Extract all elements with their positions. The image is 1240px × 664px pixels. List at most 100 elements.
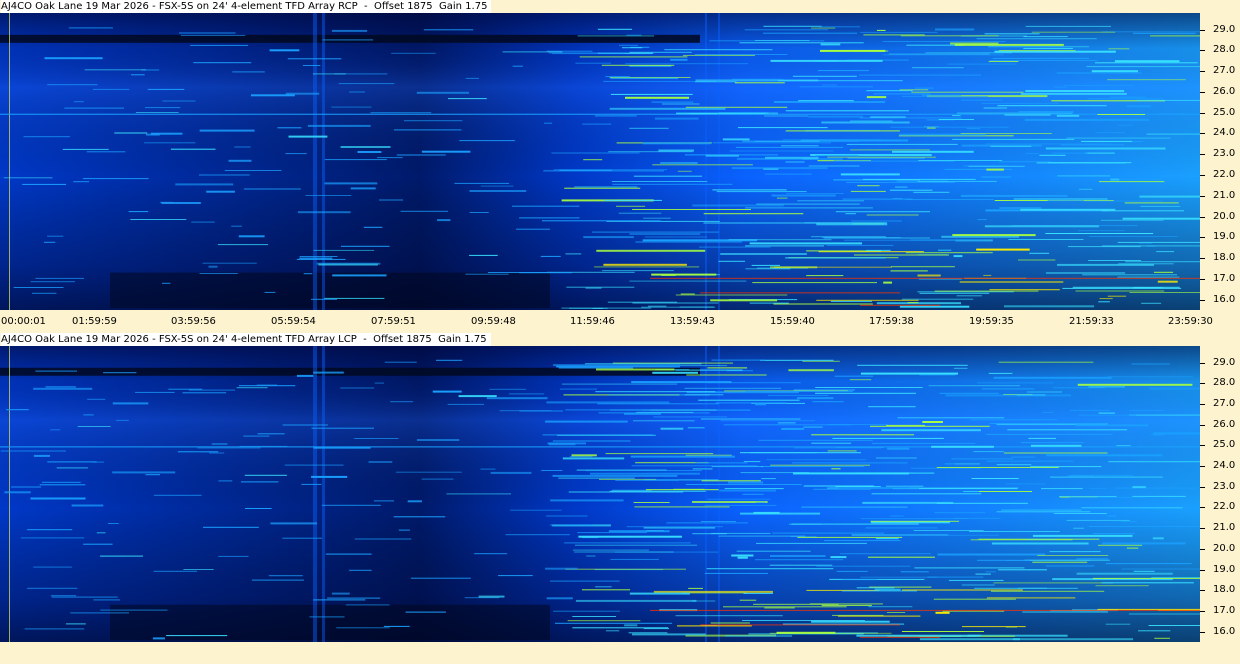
signal-streak xyxy=(897,417,1005,419)
signal-streak xyxy=(350,187,376,190)
signal-streak xyxy=(209,452,225,454)
signal-streak xyxy=(866,249,891,251)
signal-streak xyxy=(1098,412,1115,414)
y-tick xyxy=(1200,195,1205,197)
signal-streak xyxy=(390,401,413,403)
signal-streak xyxy=(901,631,984,632)
y-tick xyxy=(1200,278,1205,280)
signal-streak xyxy=(202,262,257,264)
signal-streak xyxy=(1018,259,1056,261)
signal-streak xyxy=(870,520,960,522)
signal-streak xyxy=(313,371,344,374)
signal-streak xyxy=(976,382,1054,384)
signal-streak xyxy=(62,148,109,150)
signal-streak xyxy=(436,359,463,361)
signal-streak xyxy=(694,54,788,55)
y-tick xyxy=(1200,237,1205,239)
hot-streak xyxy=(860,636,940,638)
signal-streak xyxy=(912,67,964,69)
signal-streak xyxy=(282,424,328,426)
y-tick xyxy=(1200,112,1205,114)
signal-streak xyxy=(770,464,870,466)
signal-streak xyxy=(844,239,961,241)
signal-streak xyxy=(975,573,991,575)
signal-streak xyxy=(73,181,89,183)
signal-streak xyxy=(811,434,914,436)
signal-streak xyxy=(553,169,668,171)
signal-streak xyxy=(550,524,593,526)
signal-streak xyxy=(886,485,924,487)
signal-streak xyxy=(592,231,719,233)
signal-streak xyxy=(981,102,1059,104)
signal-streak xyxy=(765,173,812,175)
signal-streak xyxy=(269,49,300,52)
signal-streak xyxy=(33,387,93,390)
signal-streak xyxy=(675,369,743,371)
signal-streak xyxy=(597,403,719,405)
signal-streak xyxy=(811,27,836,29)
signal-streak xyxy=(962,626,1026,628)
signal-streak xyxy=(684,394,724,396)
y-tick-label: 27.0 xyxy=(1213,65,1236,77)
signal-streak xyxy=(771,194,836,197)
signal-streak xyxy=(135,112,179,113)
signal-streak xyxy=(1018,111,1074,113)
signal-streak xyxy=(1039,154,1066,156)
signal-streak xyxy=(1107,376,1193,378)
signal-streak xyxy=(919,374,956,376)
signal-streak xyxy=(812,401,844,403)
signal-streak xyxy=(981,388,1035,390)
signal-streak xyxy=(465,77,479,79)
signal-streak xyxy=(1060,144,1124,146)
signal-streak xyxy=(224,170,282,171)
vertical-stripe xyxy=(313,346,317,642)
signal-streak xyxy=(999,161,1052,163)
signal-streak xyxy=(827,156,936,158)
hot-streak xyxy=(650,609,1200,611)
signal-streak xyxy=(1025,25,1111,27)
signal-streak xyxy=(199,129,255,132)
signal-streak xyxy=(1008,239,1084,240)
signal-streak xyxy=(218,480,233,482)
signal-streak xyxy=(944,463,954,465)
signal-streak xyxy=(469,212,489,213)
signal-streak xyxy=(692,204,784,207)
x-tick-label: 00:00:01 xyxy=(1,316,46,327)
signal-streak xyxy=(761,478,776,480)
signal-streak xyxy=(1078,414,1137,416)
signal-streak xyxy=(243,435,270,437)
signal-streak xyxy=(857,185,880,187)
y-tick xyxy=(1200,133,1205,135)
signal-streak xyxy=(1020,92,1127,95)
signal-streak xyxy=(1012,638,1134,641)
signal-streak xyxy=(947,63,1017,65)
signal-streak xyxy=(66,623,86,625)
signal-streak xyxy=(1095,62,1198,64)
signal-streak xyxy=(469,190,527,192)
signal-streak xyxy=(56,467,88,469)
signal-streak xyxy=(1115,487,1196,489)
signal-streak xyxy=(27,587,78,589)
y-tick-label: 22.0 xyxy=(1213,169,1236,180)
signal-streak xyxy=(0,450,66,452)
signal-streak xyxy=(845,213,856,215)
signal-streak xyxy=(478,595,505,598)
signal-streak xyxy=(564,187,641,189)
signal-streak xyxy=(996,464,1032,466)
signal-streak xyxy=(180,34,246,36)
signal-streak xyxy=(895,186,908,188)
signal-streak xyxy=(50,429,61,431)
signal-streak xyxy=(773,303,873,305)
signal-streak xyxy=(1102,542,1186,545)
bottom-margin xyxy=(0,642,1240,664)
signal-streak xyxy=(1081,140,1133,142)
signal-streak xyxy=(395,471,462,473)
signal-streak xyxy=(1001,509,1082,511)
signal-streak xyxy=(596,249,706,252)
signal-streak xyxy=(860,372,958,375)
signal-streak xyxy=(610,93,693,95)
signal-streak xyxy=(168,388,203,390)
signal-streak xyxy=(720,420,815,422)
signal-streak xyxy=(705,154,739,157)
signal-streak xyxy=(1088,260,1141,261)
